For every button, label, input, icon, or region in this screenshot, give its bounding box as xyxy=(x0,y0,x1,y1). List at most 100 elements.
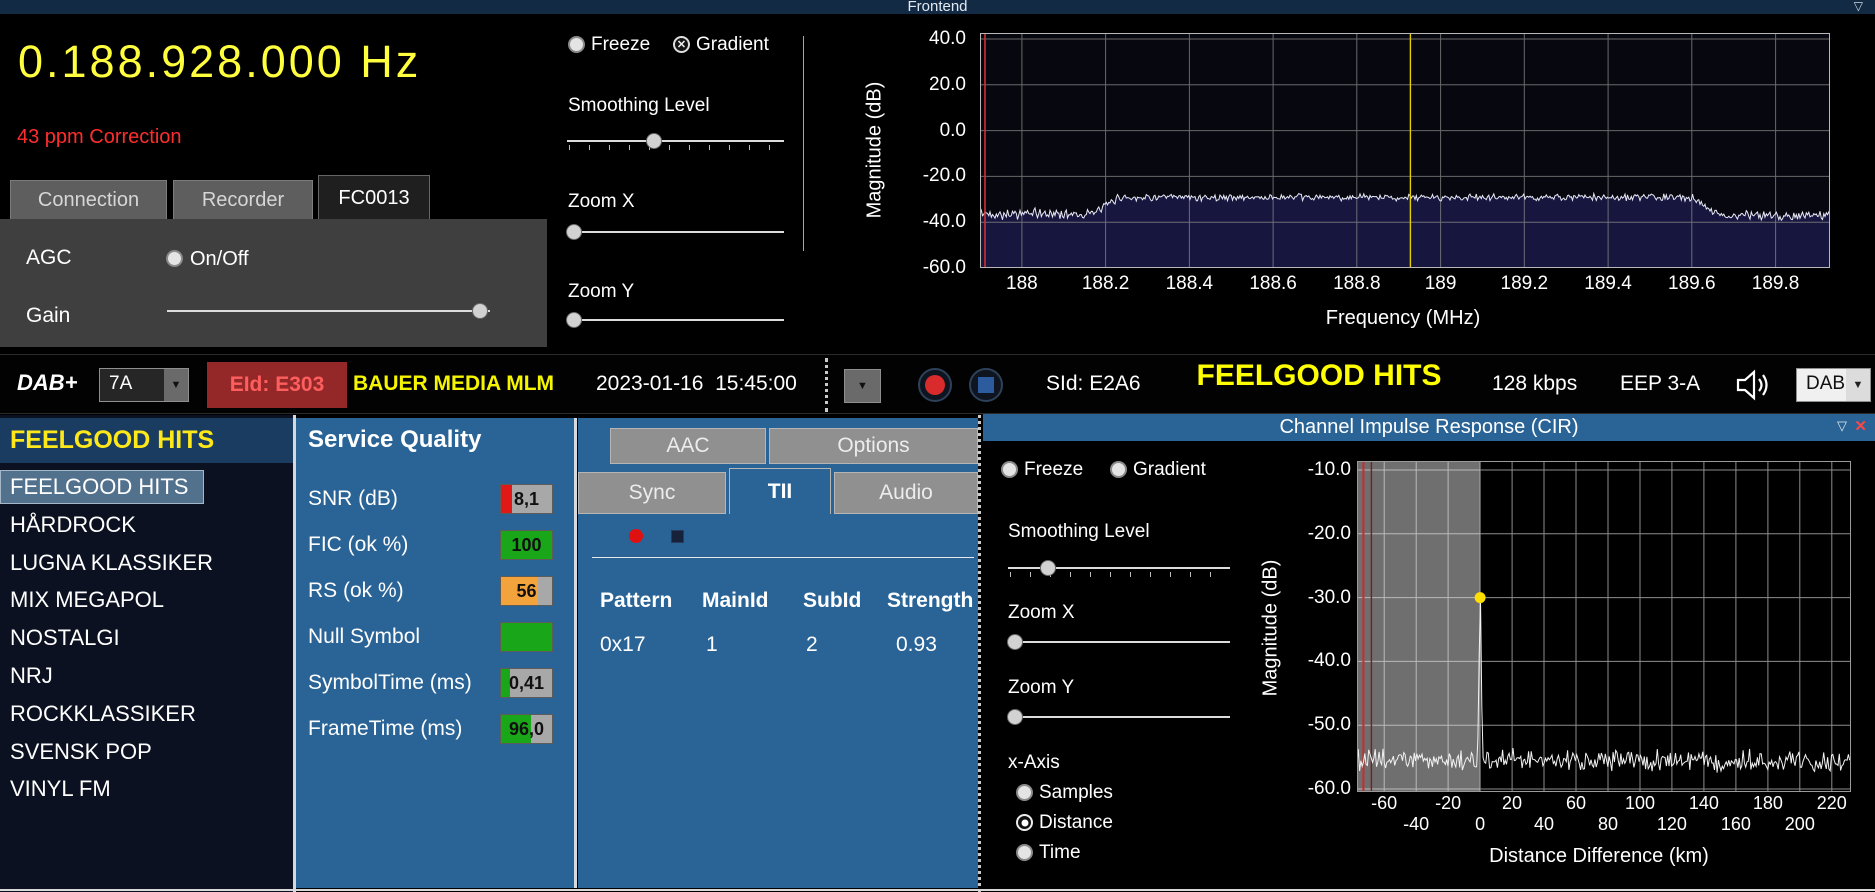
y-tick-label: 20.0 xyxy=(878,73,966,97)
gain-slider-thumb[interactable] xyxy=(472,303,488,319)
y-tick-label: -40.0 xyxy=(878,210,966,234)
close-icon[interactable]: ✕ xyxy=(1854,417,1867,435)
cir-zoom-y-slider-thumb[interactable] xyxy=(1007,709,1023,725)
quality-row: FIC (ok %) 100 xyxy=(296,530,574,560)
service-list-item[interactable]: FEELGOOD HITS xyxy=(0,470,204,504)
band-select[interactable]: DAB ▼ xyxy=(1796,368,1871,402)
cir-zoom-x-slider-thumb[interactable] xyxy=(1007,634,1023,650)
quality-metric-label: FIC (ok %) xyxy=(308,530,408,560)
stop-icon xyxy=(978,377,994,393)
tab-tii[interactable]: TII xyxy=(729,468,831,514)
cir-smoothing-slider-thumb[interactable] xyxy=(1040,560,1056,576)
y-tick-label: -20.0 xyxy=(1266,522,1351,546)
quality-indicator: 8,1 xyxy=(500,484,553,514)
zoom-x-slider-thumb[interactable] xyxy=(566,224,582,240)
quality-indicator: 56 xyxy=(500,576,553,606)
x-tick-label: 189.6 xyxy=(1652,273,1732,295)
quality-metric-label: SNR (dB) xyxy=(308,484,398,514)
service-list-item[interactable]: SVENSK POP xyxy=(0,735,293,769)
tab-recorder[interactable]: Recorder xyxy=(173,180,313,219)
record-button[interactable] xyxy=(918,368,952,402)
toolbar-splitter[interactable] xyxy=(825,358,828,412)
service-list-item[interactable]: MIX MEGAPOL xyxy=(0,583,293,617)
smoothing-slider-thumb[interactable] xyxy=(646,133,662,149)
tab-aac[interactable]: AAC xyxy=(610,428,766,464)
zoom-x-slider[interactable] xyxy=(567,222,784,242)
service-list: FEELGOOD HITS HÅRDROCK LUGNA KLASSIKERMIX … xyxy=(0,470,293,892)
service-list-item[interactable]: NRJ xyxy=(0,659,293,693)
tii-column-header: Pattern xyxy=(600,589,672,613)
service-list-item[interactable]: NOSTALGI xyxy=(0,621,293,655)
x-axis-time-label: Time xyxy=(1039,841,1081,865)
tab-fc0013[interactable]: FC0013 xyxy=(318,175,430,219)
cir-smoothing-slider[interactable] xyxy=(1008,558,1230,578)
service-list-item[interactable]: VINYL FM xyxy=(0,772,293,806)
smoothing-slider[interactable] xyxy=(567,131,784,151)
services-header: FEELGOOD HITS xyxy=(0,418,293,463)
agc-toggle-label: On/Off xyxy=(190,247,249,271)
service-dropdown-button[interactable]: ▼ xyxy=(844,369,881,403)
cir-gradient-radio[interactable] xyxy=(1110,461,1127,478)
collapse-cir-icon[interactable]: ▽ xyxy=(1837,418,1847,434)
agc-toggle-radio[interactable] xyxy=(166,250,183,267)
agc-label: AGC xyxy=(26,246,72,270)
cir-panel: Channel Impulse Response (CIR) ▽ ✕ Freez… xyxy=(983,414,1875,892)
controls-divider xyxy=(803,36,804,251)
tii-column-header: Strength xyxy=(887,589,973,613)
service-list-item[interactable]: LUGNA KLASSIKER xyxy=(0,546,293,580)
gain-label: Gain xyxy=(26,304,70,328)
cir-plot[interactable] xyxy=(1357,461,1851,792)
quality-value: 100 xyxy=(501,531,552,559)
chevron-down-icon[interactable]: ▼ xyxy=(845,370,880,402)
tab-connection[interactable]: Connection xyxy=(10,180,167,219)
x-axis-samples-label: Samples xyxy=(1039,781,1113,805)
channel-select[interactable]: 7A ▼ xyxy=(99,368,189,402)
tii-column-header: MainId xyxy=(702,589,769,613)
gradient-radio[interactable] xyxy=(673,36,690,53)
cir-zoom-x-slider[interactable] xyxy=(1008,632,1230,652)
service-list-item[interactable]: ROCKKLASSIKER xyxy=(0,697,293,731)
chevron-down-icon[interactable]: ▼ xyxy=(1846,369,1870,401)
tab-audio[interactable]: Audio xyxy=(834,472,978,514)
quality-indicator-fill xyxy=(501,623,552,651)
mode-label: DAB+ xyxy=(17,371,78,395)
x-axis-samples-radio[interactable] xyxy=(1016,784,1033,801)
quality-metric-label: RS (ok %) xyxy=(308,576,404,606)
quality-row: Null Symbol xyxy=(296,622,574,652)
y-tick-label: -10.0 xyxy=(1266,458,1351,482)
speaker-icon[interactable] xyxy=(1734,367,1772,403)
zoom-y-slider-thumb[interactable] xyxy=(566,312,582,328)
fic-status-icon xyxy=(671,530,684,543)
zoom-y-slider[interactable] xyxy=(567,310,784,330)
tab-options[interactable]: Options xyxy=(769,428,978,464)
y-tick-label: -20.0 xyxy=(878,164,966,188)
freeze-radio[interactable] xyxy=(568,36,585,53)
x-tick-label: 189.8 xyxy=(1736,273,1816,295)
chevron-down-icon[interactable]: ▼ xyxy=(164,369,188,401)
cir-freeze-radio[interactable] xyxy=(1001,461,1018,478)
service-list-item[interactable]: HÅRDROCK xyxy=(0,508,293,542)
cir-zoom-y-slider[interactable] xyxy=(1008,707,1230,727)
y-tick-label: -30.0 xyxy=(1266,586,1351,610)
x-axis-time-radio[interactable] xyxy=(1016,844,1033,861)
tii-cell-value: 0.93 xyxy=(896,633,937,657)
x-tick-label: 188.6 xyxy=(1233,273,1313,295)
x-axis-group-label: x-Axis xyxy=(1008,751,1060,775)
channel-value: 7A xyxy=(109,373,132,395)
x-axis-distance-radio[interactable] xyxy=(1016,814,1033,831)
cir-zoom-x-label: Zoom X xyxy=(1008,601,1075,625)
y-tick-label: -60.0 xyxy=(878,256,966,280)
cir-smoothing-label: Smoothing Level xyxy=(1008,520,1150,544)
panel-splitter[interactable] xyxy=(978,415,981,892)
gain-slider[interactable] xyxy=(167,301,490,321)
stop-button[interactable] xyxy=(969,368,1003,402)
ensemble-name: BAUER MEDIA MLM xyxy=(353,372,554,396)
x-tick-label: 188.2 xyxy=(1066,273,1146,295)
x-tick-label: 188.8 xyxy=(1317,273,1397,295)
tab-sync[interactable]: Sync xyxy=(578,472,726,514)
spectrum-plot[interactable] xyxy=(980,33,1830,268)
cir-titlebar: Channel Impulse Response (CIR) ▽ ✕ xyxy=(983,414,1875,441)
collapse-frontend-icon[interactable]: ▽ xyxy=(1854,0,1863,13)
quality-value: 96,0 xyxy=(501,715,552,743)
quality-indicator: 100 xyxy=(500,530,553,560)
